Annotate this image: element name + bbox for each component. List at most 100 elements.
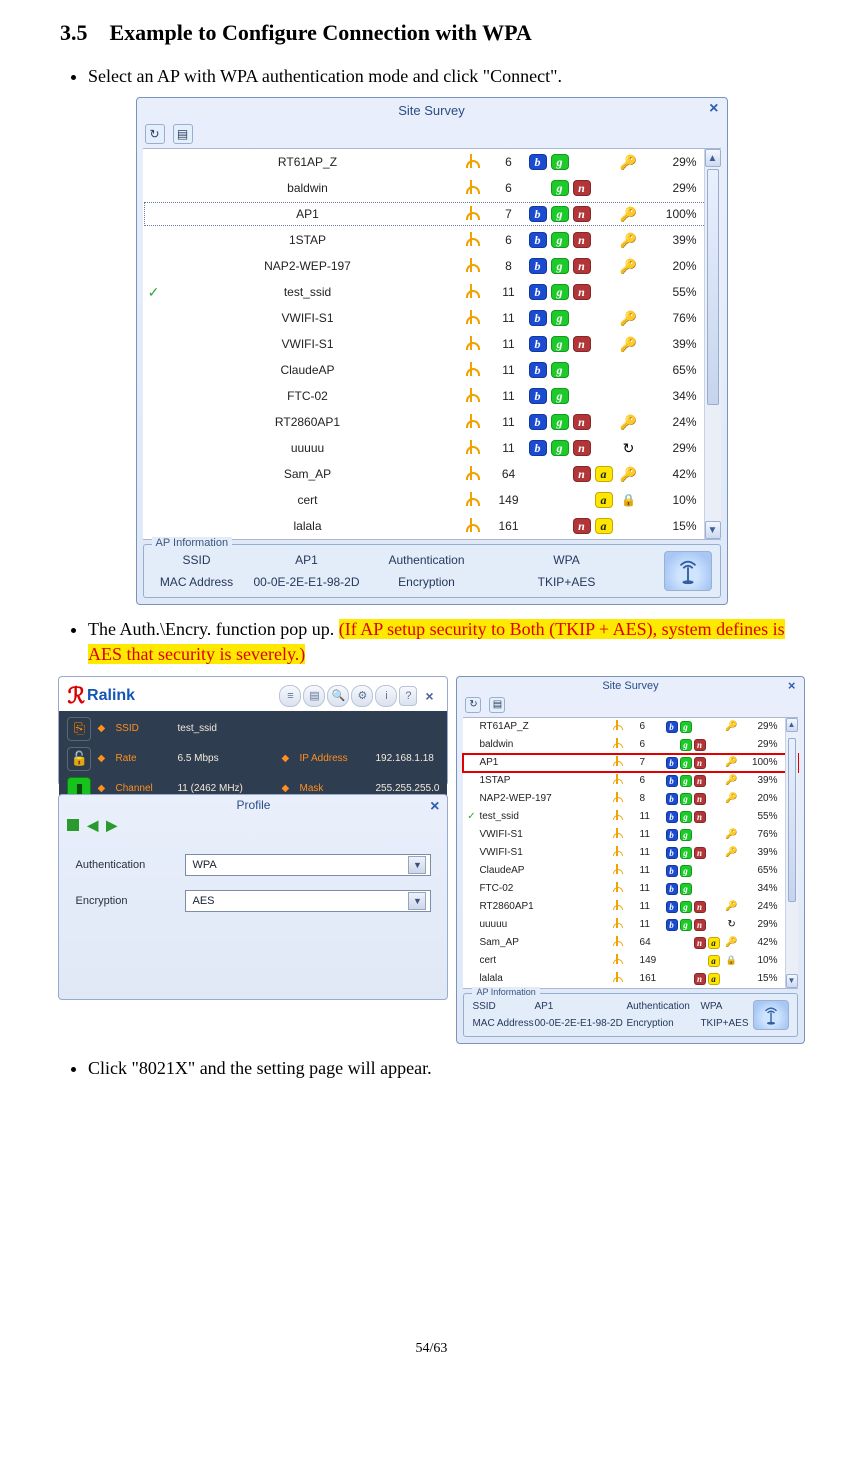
scroll-up-icon[interactable]: ▲ [705, 149, 721, 167]
ap-signal-pct: 100% [643, 207, 703, 221]
signal-icon [612, 828, 640, 841]
mode-b-icon: b [666, 775, 678, 787]
mode-g-icon: g [680, 883, 692, 895]
ap-row[interactable]: VWIFI-S111bg🔑76% [463, 826, 797, 844]
field-mask-label: Mask [299, 783, 371, 794]
scroll-up-icon[interactable]: ▲ [786, 718, 798, 732]
mode-g-icon: g [680, 865, 692, 877]
key-icon: 🔑 [620, 232, 637, 248]
profile-close-icon[interactable]: × [430, 797, 439, 817]
ap-row[interactable]: baldwin6gn29% [143, 175, 721, 201]
ap-channel: 11 [640, 883, 666, 894]
list-icon[interactable]: ▤ [489, 697, 505, 713]
mode-g-icon: g [551, 180, 569, 196]
ap-row[interactable]: NAP2-WEP-1978bgn🔑20% [463, 790, 797, 808]
mode-b-icon: b [529, 388, 547, 404]
mode-b-icon: b [529, 362, 547, 378]
ap-channel: 6 [640, 739, 666, 750]
ap-row[interactable]: RT61AP_Z6bg🔑29% [463, 718, 797, 736]
ap-row[interactable]: VWIFI-S111bg🔑76% [143, 305, 721, 331]
mode-b-icon: b [666, 883, 678, 895]
toolbar-doc-icon[interactable]: ▤ [303, 685, 325, 707]
ap-signal-pct: 55% [643, 285, 703, 299]
key-icon: 🔑 [725, 793, 737, 804]
mode-b-icon: b [666, 847, 678, 859]
key-icon: 🔑 [725, 721, 737, 732]
ap-row[interactable]: 1STAP6bgn🔑39% [463, 772, 797, 790]
signal-icon [612, 900, 640, 913]
ap-row[interactable]: RT61AP_Z6bg🔑29% [143, 149, 721, 175]
ap-row[interactable]: uuuuu11bgn↻29% [143, 435, 721, 461]
ap-row[interactable]: lalala161na15% [463, 970, 797, 988]
scroll-down-icon[interactable]: ▼ [786, 974, 798, 988]
ap-channel: 11 [491, 337, 527, 351]
ap-row[interactable]: ✓test_ssid11bgn55% [463, 808, 797, 826]
profile-prev-icon[interactable]: ◀ [87, 817, 98, 834]
toolbar-close-icon[interactable]: × [419, 686, 439, 706]
ap-ssid: 1STAP [165, 233, 451, 247]
apinfo-auth-value: WPA [482, 553, 652, 567]
ap-row[interactable]: Sam_AP64na🔑42% [463, 934, 797, 952]
ap-row[interactable]: Sam_AP64na🔑42% [143, 461, 721, 487]
ap-row[interactable]: RT2860AP111bgn🔑24% [143, 409, 721, 435]
ap-channel: 64 [491, 467, 527, 481]
ap-row[interactable]: 1STAP6bgn🔑39% [143, 227, 721, 253]
profile-stop-icon[interactable] [67, 819, 79, 831]
ap-row[interactable]: FTC-0211bg34% [143, 383, 721, 409]
key-icon: 🔑 [620, 154, 637, 170]
ap-row[interactable]: ✓test_ssid11bgn55% [143, 279, 721, 305]
ap-channel: 6 [491, 155, 527, 169]
ap-row[interactable]: VWIFI-S111bgn🔑39% [143, 331, 721, 357]
ap-row[interactable]: ClaudeAP11bg65% [463, 862, 797, 880]
list-icon[interactable]: ▤ [173, 124, 193, 144]
scroll-thumb[interactable] [788, 738, 796, 902]
ap-ssid: VWIFI-S1 [479, 847, 611, 858]
ap-signal-pct: 65% [742, 865, 784, 876]
ap-row[interactable]: cert149a🔒10% [463, 952, 797, 970]
field-ip-value: 192.168.1.18 [375, 753, 439, 764]
signal-icon [451, 154, 491, 171]
ap-row[interactable]: baldwin6gn29% [463, 736, 797, 754]
ap-row[interactable]: FTC-0211bg34% [463, 880, 797, 898]
ap-row[interactable]: uuuuu11bgn↻29% [463, 916, 797, 934]
ap-row[interactable]: AP17bgn🔑100% [143, 201, 721, 227]
scroll-down-icon[interactable]: ▼ [705, 521, 721, 539]
antenna-icon [753, 1000, 789, 1030]
ap-row[interactable]: NAP2-WEP-1978bgn🔑20% [143, 253, 721, 279]
close-icon[interactable]: × [709, 100, 718, 118]
ap-signal-pct: 39% [643, 337, 703, 351]
ap-signal-pct: 20% [643, 259, 703, 273]
mode-b-icon: b [666, 811, 678, 823]
signal-icon [451, 284, 491, 301]
refresh-icon[interactable]: ↻ [145, 124, 165, 144]
profile-next-icon[interactable]: ▶ [106, 817, 117, 834]
mode-g-icon: g [680, 901, 692, 913]
scroll-thumb[interactable] [707, 169, 719, 405]
mode-n-icon: n [573, 180, 591, 196]
window-title: Site Survey [602, 680, 658, 692]
toolbar-help-icon[interactable]: ? [399, 686, 417, 706]
ap-row[interactable]: ClaudeAP11bg65% [143, 357, 721, 383]
signal-icon [451, 206, 491, 223]
ap-row[interactable]: AP17bgn🔑100% [463, 754, 797, 772]
ap-row[interactable]: RT2860AP111bgn🔑24% [463, 898, 797, 916]
toolbar-gear-icon[interactable]: ⚙ [351, 685, 373, 707]
mode-b-icon: b [529, 284, 547, 300]
mode-g-icon: g [551, 388, 569, 404]
ap-signal-pct: 29% [643, 155, 703, 169]
ap-information-legend: AP Information [152, 537, 233, 549]
auth-dropdown[interactable]: WPA▼ [185, 854, 431, 876]
ap-row[interactable]: VWIFI-S111bgn🔑39% [463, 844, 797, 862]
toolbar-info-icon[interactable]: i [375, 685, 397, 707]
scrollbar[interactable]: ▲▼ [704, 149, 721, 539]
toolbar-list-icon[interactable]: ≡ [279, 685, 301, 707]
ap-row[interactable]: lalala161na15% [143, 513, 721, 539]
ap-ssid: lalala [479, 973, 611, 984]
scrollbar[interactable]: ▲▼ [785, 718, 798, 988]
toolbar-search-icon[interactable]: 🔍 [327, 685, 349, 707]
encryption-dropdown[interactable]: AES▼ [185, 890, 431, 912]
ap-row[interactable]: cert149a🔒10% [143, 487, 721, 513]
ap-channel: 6 [640, 721, 666, 732]
refresh-icon[interactable]: ↻ [465, 697, 481, 713]
close-icon[interactable]: × [788, 678, 796, 693]
